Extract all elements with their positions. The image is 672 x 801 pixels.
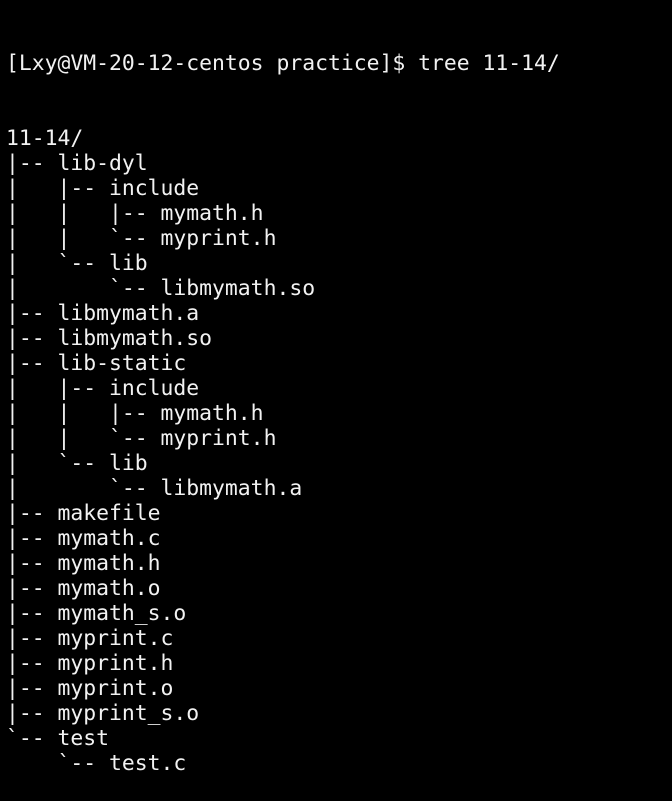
tree-output-line: | `-- lib xyxy=(6,451,148,476)
tree-output-line: |-- libmymath.a xyxy=(6,301,200,326)
tree-output-line: | | |-- mymath.h xyxy=(6,201,264,226)
tree-output-line: | |-- include xyxy=(6,176,200,201)
tree-output-line: |-- lib-static xyxy=(6,351,187,376)
tree-output-line: |-- mymath_s.o xyxy=(6,601,187,626)
tree-output-line: `-- test xyxy=(6,726,110,751)
tree-output-line: | |-- include xyxy=(6,376,200,401)
tree-output-line: | | `-- myprint.h xyxy=(6,226,277,251)
tree-output-line: |-- mymath.h xyxy=(6,551,161,576)
tree-output-line: |-- libmymath.so xyxy=(6,326,213,351)
tree-output-line: |-- lib-dyl xyxy=(6,151,148,176)
tree-output-line: 11-14/ xyxy=(6,126,84,151)
command-prompt-line: [Lxy@VM-20-12-centos practice]$ tree 11-… xyxy=(6,51,560,76)
tree-output-line: |-- mymath.o xyxy=(6,576,161,601)
tree-output-line: | | `-- myprint.h xyxy=(6,426,277,451)
tree-output-line: | `-- libmymath.a xyxy=(6,476,303,501)
tree-output-line: | `-- lib xyxy=(6,251,148,276)
tree-output-line: |-- myprint_s.o xyxy=(6,701,200,726)
tree-output-line: | | |-- mymath.h xyxy=(6,401,264,426)
tree-output-line: `-- test.c xyxy=(6,751,187,776)
tree-output-line: |-- mymath.c xyxy=(6,526,161,551)
terminal-window[interactable]: [Lxy@VM-20-12-centos practice]$ tree 11-… xyxy=(6,1,560,801)
tree-output-line: |-- myprint.h xyxy=(6,651,174,676)
tree-output-line: | `-- libmymath.so xyxy=(6,276,316,301)
tree-output-line: |-- myprint.c xyxy=(6,626,174,651)
tree-output: 11-14/|-- lib-dyl | |-- include | | |-- my… xyxy=(6,126,560,776)
tree-output-line: |-- makefile xyxy=(6,501,161,526)
tree-output-line: |-- myprint.o xyxy=(6,676,174,701)
